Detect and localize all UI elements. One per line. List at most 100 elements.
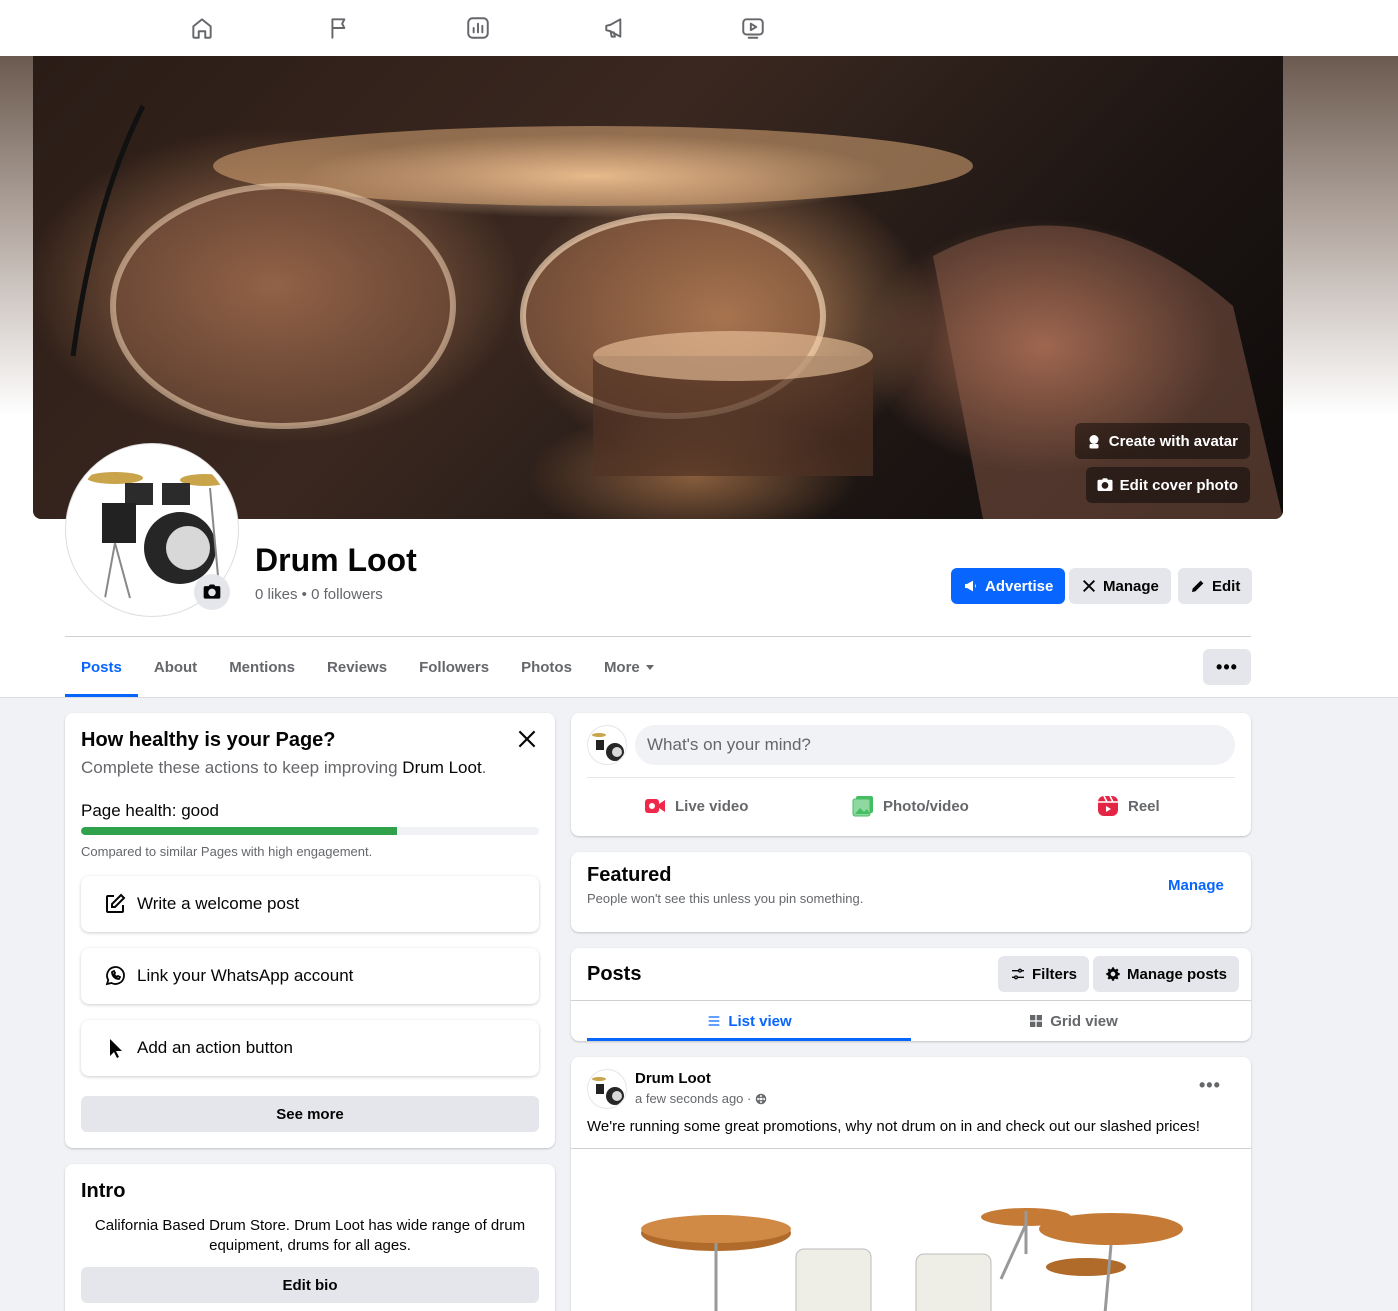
avatar[interactable] [587,725,627,765]
health-subtitle-page: Drum Loot [402,758,482,777]
intro-bio: California Based Drum Store. Drum Loot h… [94,1217,526,1254]
see-more-button[interactable]: See more [81,1096,539,1132]
featured-title: Featured [587,864,672,886]
whatsapp-icon [105,966,125,986]
advertise-label: Advertise [985,577,1054,595]
photo-video-label: Photo/video [883,797,969,815]
filters-label: Filters [1032,965,1078,983]
health-compare-text: Compared to similar Pages with high enga… [81,844,373,859]
edit-cover-photo-button[interactable]: Edit cover photo [1085,467,1250,503]
close-icon[interactable] [514,726,540,752]
cursor-icon [110,1039,122,1058]
post-author[interactable]: Drum Loot [635,1070,711,1087]
posts-title: Posts [587,963,642,985]
page-health-card: How healthy is your Page? Complete these… [65,713,555,1148]
task-label: Add an action button [137,1038,293,1057]
reel-button[interactable]: Reel [1096,791,1160,821]
task-add-action-button[interactable]: Add an action button [81,1020,539,1076]
health-subtitle-prefix: Complete these actions to keep improving [81,758,403,777]
caret-down-icon [645,664,654,670]
post-text: We're running some great promotions, why… [587,1118,1200,1135]
photo-icon [852,796,873,817]
featured-subtitle: People won't see this unless you pin som… [587,891,864,906]
whats-on-your-mind-input[interactable]: What's on your mind? [635,725,1235,765]
insights-icon[interactable] [462,12,494,44]
grid-view-tab[interactable]: Grid view [911,1001,1235,1041]
featured-card: Featured People won't see this unless yo… [571,852,1251,932]
grid-icon [1030,1015,1043,1027]
filters-icon [1012,968,1024,980]
gear-icon [1106,967,1120,981]
live-video-button[interactable]: Live video [643,791,748,821]
edit-label: Edit [1212,577,1241,595]
manage-label: Manage [1103,577,1159,595]
grid-view-label: Grid view [1050,1012,1118,1030]
task-link-whatsapp[interactable]: Link your WhatsApp account [81,948,539,1004]
composer-divider [587,777,1235,778]
live-video-label: Live video [675,797,749,815]
advertise-button[interactable]: Advertise [951,568,1066,604]
page-stats[interactable]: 0 likes • 0 followers [255,586,383,603]
page-title: Drum Loot [255,542,417,578]
manage-posts-label: Manage posts [1127,965,1228,983]
post-time-text: a few seconds ago · [635,1091,752,1106]
create-with-avatar-label: Create with avatar [1108,432,1238,450]
edit-cover-photo-label: Edit cover photo [1119,476,1238,494]
video-icon[interactable] [737,12,769,44]
pencil-icon [1192,580,1204,592]
manage-posts-button[interactable]: Manage posts [1093,956,1240,992]
intro-card: Intro California Based Drum Store. Drum … [65,1164,555,1311]
reel-label: Reel [1128,797,1160,815]
live-video-icon [645,799,665,813]
tab-photos[interactable]: Photos [505,637,588,697]
avatar-icon [1089,435,1099,449]
camera-icon [1097,478,1113,491]
list-icon [708,1016,720,1026]
tab-followers[interactable]: Followers [403,637,505,697]
list-view-label: List view [728,1012,792,1030]
manage-button[interactable]: Manage [1069,568,1171,604]
cover-photo: Create with avatar Edit cover photo [33,56,1283,519]
header-bottom-border [0,697,1398,698]
edit-bio-button[interactable]: Edit bio [81,1267,539,1303]
tab-mentions[interactable]: Mentions [213,637,311,697]
tab-about[interactable]: About [138,637,213,697]
tab-reviews[interactable]: Reviews [311,637,403,697]
filters-button[interactable]: Filters [998,956,1090,992]
health-progress-fill [81,827,398,835]
tab-more[interactable]: More [588,637,670,697]
page-tabs: Posts About Mentions Reviews Followers P… [65,637,670,697]
post-composer: What's on your mind? Live video Photo/vi… [571,713,1251,836]
list-view-tab[interactable]: List view [587,1001,911,1041]
create-with-avatar-button[interactable]: Create with avatar [1074,423,1250,459]
globe-icon [756,1093,767,1104]
home-icon[interactable] [186,12,218,44]
megaphone-icon[interactable] [600,12,632,44]
tab-more-label: More [603,658,640,676]
task-label: Write a welcome post [137,894,300,913]
intro-title: Intro [81,1180,126,1202]
photo-video-button[interactable]: Photo/video [851,791,969,821]
featured-manage-link[interactable]: Manage [1168,877,1224,894]
post-options-button[interactable]: ••• [1199,1075,1221,1096]
post-card: Drum Loot a few seconds ago · ••• We're … [571,1057,1251,1311]
health-subtitle-suffix: . [481,758,487,777]
tools-icon [1083,580,1095,592]
avatar[interactable] [587,1069,627,1109]
update-profile-picture-button[interactable] [194,574,230,610]
health-title: How healthy is your Page? [81,729,336,751]
post-image[interactable] [571,1149,1251,1311]
top-nav [0,0,1398,56]
tab-posts[interactable]: Posts [65,637,138,697]
flag-icon[interactable] [324,12,356,44]
task-label: Link your WhatsApp account [137,966,354,985]
task-write-welcome-post[interactable]: Write a welcome post [81,876,539,932]
post-timestamp[interactable]: a few seconds ago · [635,1091,767,1106]
megaphone-icon [965,580,976,592]
edit-button[interactable]: Edit [1178,568,1253,604]
reel-icon [1098,795,1118,816]
drum-kit-photo [641,1208,1183,1311]
more-options-button[interactable]: ••• [1203,649,1251,685]
compose-icon [106,893,126,913]
health-label: Page health: good [81,801,220,820]
